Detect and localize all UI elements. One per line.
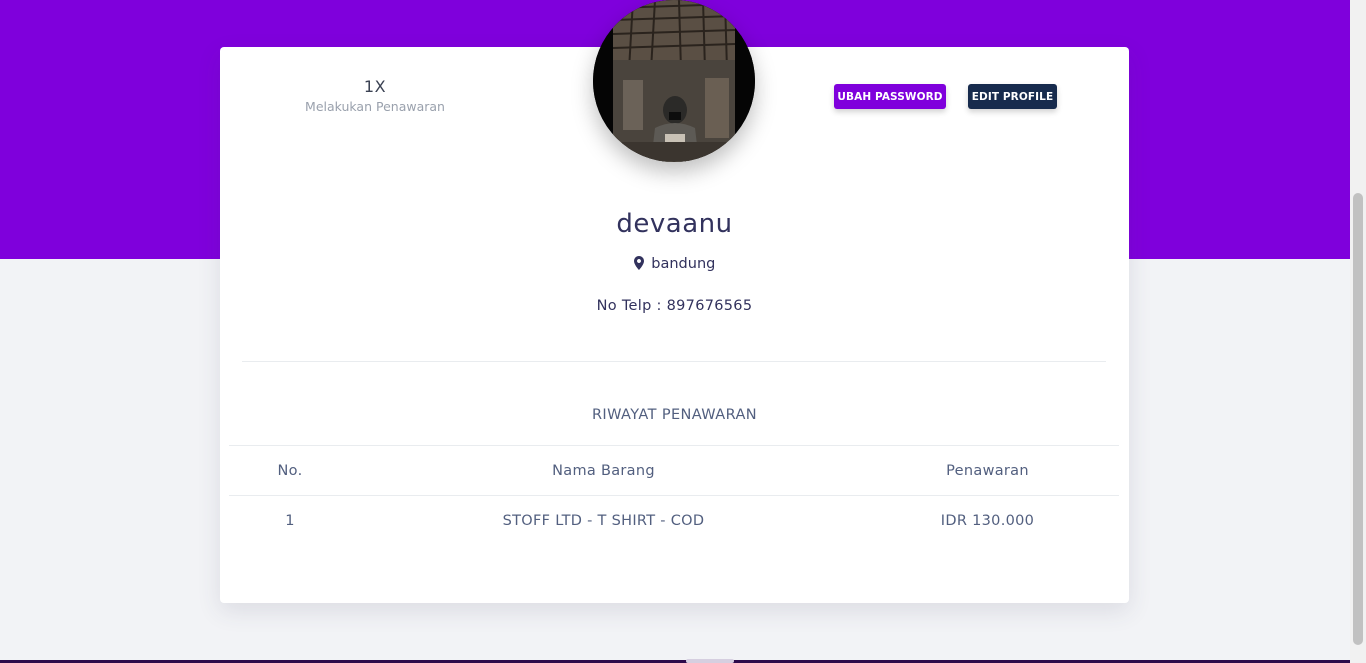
footer-edge-highlight [686, 659, 734, 663]
column-header-offer: Penawaran [856, 445, 1119, 496]
profile-card: 1X Melakukan Penawaran UBAH PASSWORD EDI… [220, 0, 1129, 603]
table-header-row: No. Nama Barang Penawaran [229, 445, 1119, 496]
profile-phone: No Telp : 897676565 [596, 298, 753, 314]
table-row: 1 STOFF LTD - T SHIRT - COD IDR 130.000 [229, 495, 1119, 546]
row-item-name: STOFF LTD - T SHIRT - COD [351, 495, 856, 546]
avatar [593, 0, 755, 162]
column-header-item-name: Nama Barang [351, 445, 856, 496]
scrollbar-thumb[interactable] [1353, 193, 1363, 645]
map-marker-icon [633, 256, 652, 272]
avatar-photo [593, 0, 755, 162]
profile-page: 1X Melakukan Penawaran UBAH PASSWORD EDI… [0, 0, 1366, 663]
column-header-no: No. [229, 445, 351, 496]
row-number: 1 [229, 495, 351, 546]
offer-count-value: 1X [363, 77, 387, 96]
offer-history-table: No. Nama Barang Penawaran 1 STOFF LTD - … [229, 445, 1119, 546]
page-scrollbar[interactable] [1350, 0, 1366, 663]
offer-count-stat: 1X Melakukan Penawaran [295, 77, 455, 114]
profile-location: bandung [220, 256, 1129, 272]
profile-location-text: bandung [651, 256, 716, 272]
edit-profile-button[interactable]: EDIT PROFILE [968, 84, 1057, 109]
profile-username: devaanu [616, 209, 733, 239]
offer-history-title: RIWAYAT PENAWARAN [591, 407, 758, 423]
offer-count-label: Melakukan Penawaran [305, 99, 445, 114]
change-password-button[interactable]: UBAH PASSWORD [834, 84, 946, 109]
section-divider [242, 361, 1106, 362]
row-offer-amount: IDR 130.000 [856, 495, 1119, 546]
